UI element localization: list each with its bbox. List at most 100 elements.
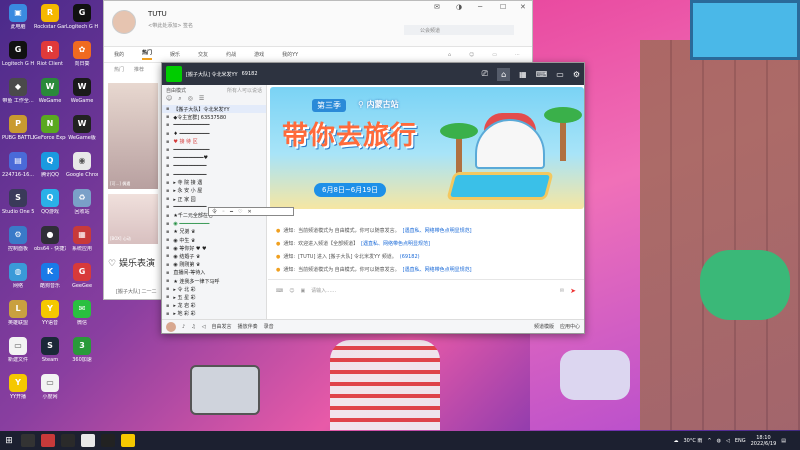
tab-4[interactable]: 约战: [226, 51, 236, 58]
popup-tool-icon[interactable]: ◦: [222, 209, 225, 215]
weather-icon[interactable]: ☁: [673, 438, 678, 444]
list-icon[interactable]: ☰: [199, 95, 204, 105]
audio-icon[interactable]: ♫: [191, 324, 195, 330]
channel-template-button[interactable]: 频道模版: [534, 323, 554, 330]
desktop-shortcut[interactable]: ● obs64 - 快捷方式: [34, 226, 66, 252]
people-icon[interactable]: ☺: [469, 52, 474, 58]
emoji-icon[interactable]: ☺: [289, 288, 294, 294]
desktop-shortcut[interactable]: R Riot Client: [34, 41, 66, 67]
maximize-icon[interactable]: ☐: [500, 3, 506, 11]
message-icon[interactable]: ▭: [492, 52, 497, 58]
close-icon[interactable]: ✕: [520, 3, 526, 11]
channel-list-item[interactable]: ▪ 直播间-等待入: [162, 269, 266, 277]
subtab-hot[interactable]: 热门: [114, 66, 124, 73]
channel-list-item[interactable]: ▪ ♦ ━━━━━━━━━━: [162, 130, 266, 138]
send-icon[interactable]: ➤: [570, 287, 576, 295]
language-indicator[interactable]: ENG: [735, 438, 746, 444]
channel-list-item[interactable]: ▪ ♥ 接 待 区: [162, 138, 266, 146]
channel-list-item[interactable]: ▪ ━━━━━━━━━━━: [162, 171, 266, 179]
tab-2[interactable]: 娱乐: [170, 51, 180, 58]
channel-list-item[interactable]: ▪ ▸ 令 北 彩: [162, 285, 266, 293]
taskbar-app-icon[interactable]: [61, 434, 75, 447]
desktop-shortcut[interactable]: S Steam: [34, 337, 66, 363]
obs-icon[interactable]: [101, 434, 115, 447]
location-icon[interactable]: ◎: [188, 95, 193, 105]
channel-list-item[interactable]: ▪ ◉ 等你好 ♥ ♥: [162, 244, 266, 252]
minimize-icon[interactable]: ─: [478, 3, 482, 11]
message-link[interactable]: (69182): [400, 251, 420, 264]
search-icon[interactable]: [21, 434, 35, 447]
yy-channel-window[interactable]: [搬子大队] 令北米发YY 69182 ⎚ ⌂ ▦ ⌨ ▭ ⚙ 自由模式 所有人…: [161, 62, 585, 334]
app-center-button[interactable]: 应用中心: [560, 323, 580, 330]
desktop-shortcut[interactable]: W WeGame版: [66, 115, 98, 141]
channel-list-item[interactable]: ▪ ▸ 地 彩 彩: [162, 310, 266, 318]
desktop-shortcut[interactable]: ▭ 新建文件: [2, 337, 34, 363]
gamepad-icon[interactable]: ⌨: [276, 288, 283, 294]
screen-icon[interactable]: ⎚: [482, 69, 488, 79]
chat-input[interactable]: 请输入……: [311, 287, 554, 294]
more-icon[interactable]: ⋯: [515, 52, 520, 58]
home-icon[interactable]: ⌂: [448, 52, 451, 58]
user-signature[interactable]: <带此处添加> 签名: [148, 22, 193, 29]
channel-list-item[interactable]: ▪ ★ 连我多一律下马呼: [162, 277, 266, 285]
channel-list-item[interactable]: ▪ ━━━━━━━━━━━━: [162, 121, 266, 129]
popup-tool-icon[interactable]: 令: [212, 208, 217, 215]
channel-list-item[interactable]: ▪ ◉ 中生 ♛: [162, 236, 266, 244]
fullscreen-icon[interactable]: ▭: [556, 70, 564, 79]
settings-icon[interactable]: ⚙: [573, 70, 580, 79]
avatar[interactable]: [112, 10, 136, 34]
tray-arrow-icon[interactable]: ^: [707, 438, 711, 444]
network-icon[interactable]: ◍: [717, 438, 721, 444]
mic-icon[interactable]: ♪: [182, 324, 185, 330]
yy-icon[interactable]: [121, 434, 135, 447]
tab-6[interactable]: 我的YY: [282, 51, 298, 58]
desktop-shortcut[interactable]: ▦ 系统应用: [66, 226, 98, 252]
search-input[interactable]: 公会频道: [404, 25, 514, 35]
user-context-toolbar[interactable]: 令 ◦ ━ ♡ ✕: [208, 207, 294, 216]
desktop-shortcut[interactable]: ▭ 小度网: [34, 374, 66, 400]
picture-icon[interactable]: ▣: [300, 288, 305, 294]
tab-3[interactable]: 交友: [198, 51, 208, 58]
tab-0[interactable]: 我的: [114, 51, 124, 58]
desktop-shortcut[interactable]: G Logitech G HUB: [2, 41, 34, 67]
desktop-shortcut[interactable]: Y YY开播: [2, 374, 34, 400]
desktop-shortcut[interactable]: W WeGame: [34, 78, 66, 104]
desktop-shortcut[interactable]: P PUBG BATTLEG...: [2, 115, 34, 141]
channel-list-item[interactable]: ▪ ━━━━━━━━━━♥: [162, 154, 266, 162]
channel-list-item[interactable]: ▪ ◉ ━━━━━━━━━━: [162, 220, 266, 228]
desktop-shortcut[interactable]: ▤ 224716-16...: [2, 152, 34, 178]
message-link[interactable]: [遇直私、网络带色点明显规范]: [403, 225, 472, 238]
desktop-shortcut[interactable]: Q QQ游戏: [34, 189, 66, 215]
channel-list-item[interactable]: ▪ ▸ 五 星 彩: [162, 293, 266, 301]
desktop-shortcut[interactable]: Q 腾讯QQ: [34, 152, 66, 178]
free-speak-button[interactable]: 自由发言: [212, 323, 232, 330]
channel-mode[interactable]: 自由模式: [166, 87, 186, 94]
channel-list-item[interactable]: ▪ ━━━━━━━━━━━: [162, 162, 266, 170]
clock[interactable]: 18:10 2022/6/19: [751, 435, 777, 447]
message-icon[interactable]: ✉: [560, 288, 564, 294]
desktop-shortcut[interactable]: Y YY语音: [34, 300, 66, 326]
desktop-shortcut[interactable]: ✿ 向日葵: [66, 41, 98, 67]
start-icon[interactable]: ⊞: [0, 436, 18, 446]
desktop-shortcut[interactable]: ♻ 回收站: [66, 189, 98, 215]
weather-text[interactable]: 30°C 雨: [683, 437, 702, 444]
desktop-shortcut[interactable]: L 英雄联盟: [2, 300, 34, 326]
notification-icon[interactable]: ▤: [781, 438, 786, 444]
desktop-shortcut[interactable]: W WeGame: [66, 78, 98, 104]
message-link[interactable]: [遇直私、网络带色点明显规范]: [361, 238, 430, 251]
live-thumbnail[interactable]: [BOX] 心动: [108, 194, 158, 244]
desktop-shortcut[interactable]: G GeeGee: [66, 263, 98, 289]
volume-icon[interactable]: ◁: [726, 438, 730, 444]
desktop-shortcut[interactable]: ✉ 微信: [66, 300, 98, 326]
message-link[interactable]: [遇直私、网络带色点明显规范]: [403, 264, 472, 277]
play-accompaniment-button[interactable]: 播放伴奏: [238, 323, 258, 330]
tab-5[interactable]: 游戏: [254, 51, 264, 58]
channel-list-item[interactable]: ▪ ▸ 寺 院 接 遇: [162, 179, 266, 187]
popup-tool-icon[interactable]: ✕: [247, 209, 251, 215]
channel-list-item[interactable]: ▪ ★ 兄弟 ♛: [162, 228, 266, 236]
desktop-shortcut[interactable]: 3 360加速: [66, 337, 98, 363]
travel-banner[interactable]: 第三季 ⚲ 内蒙古站 带你去旅行 6月8日~6月19日: [270, 87, 584, 209]
grid-icon[interactable]: ▦: [519, 70, 527, 79]
desktop-shortcut[interactable]: ◆ 带鱼 工作全...: [2, 78, 34, 104]
desktop-shortcut[interactable]: R Rockstar Games: [34, 4, 66, 30]
